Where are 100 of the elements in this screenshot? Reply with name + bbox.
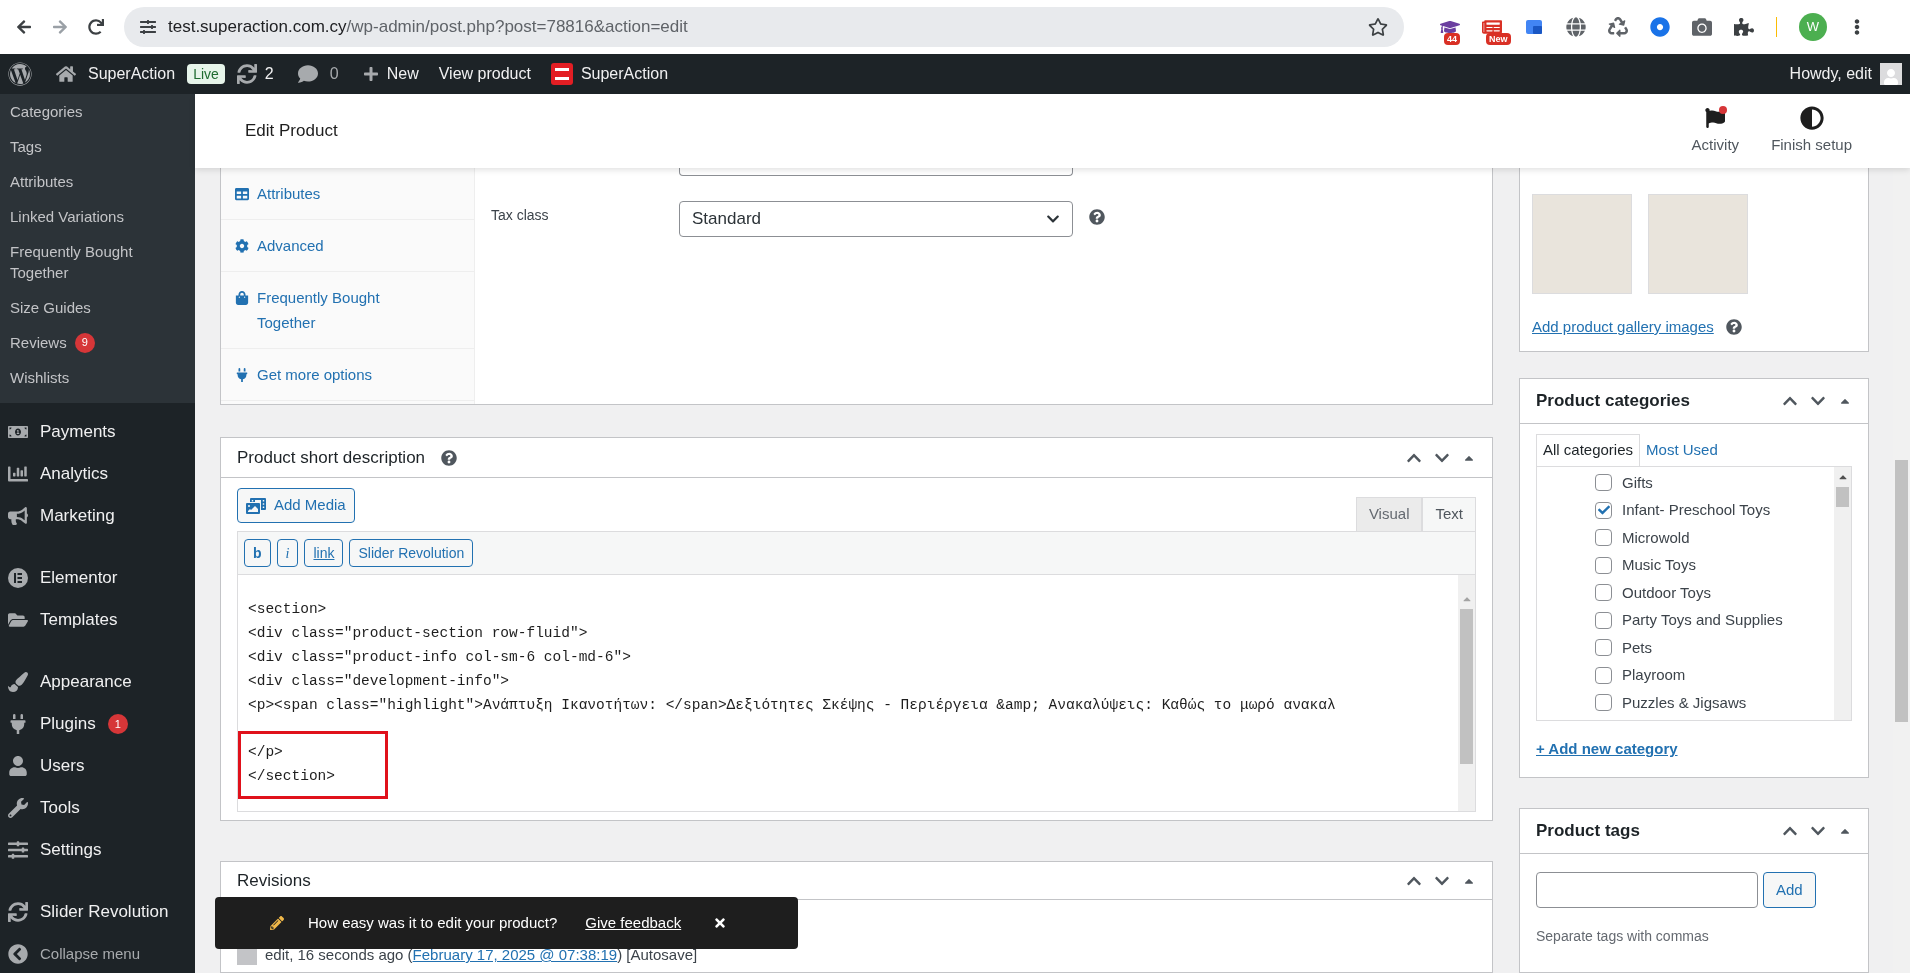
- revision-date-link[interactable]: February 17, 2025 @ 07:38:19: [412, 946, 618, 963]
- site-settings-icon[interactable]: [140, 19, 156, 35]
- live-status-badge: Live: [187, 64, 225, 84]
- menu-link[interactable]: Templates: [40, 607, 118, 633]
- recycle-icon[interactable]: [1608, 17, 1628, 37]
- newspaper-icon[interactable]: [1482, 17, 1502, 37]
- category-checkbox[interactable]: [1595, 694, 1612, 712]
- give-feedback-link[interactable]: Give feedback: [585, 911, 682, 935]
- plus-icon[interactable]: [362, 66, 379, 82]
- square-icon[interactable]: [1524, 17, 1544, 37]
- category-checkbox[interactable]: [1595, 501, 1612, 519]
- category-checkbox[interactable]: [1595, 556, 1612, 574]
- site-name-link[interactable]: SuperAction: [88, 62, 176, 86]
- category-checkbox[interactable]: [1595, 666, 1612, 684]
- code-line: <div class="product-section row-fluid">: [248, 624, 588, 643]
- category-checkbox[interactable]: [1595, 474, 1612, 492]
- submenu-link[interactable]: Attributes: [10, 171, 170, 192]
- category-label: Party Toys and Supplies: [1622, 610, 1783, 630]
- category-label: Pets: [1622, 637, 1652, 658]
- product-data-tab[interactable]: Advanced: [221, 220, 474, 272]
- submenu-link[interactable]: Frequently Bought Together: [10, 241, 170, 283]
- code-line: <div class="development-info">: [248, 672, 510, 691]
- menu-link[interactable]: Collapse menu: [40, 942, 141, 966]
- menu-link[interactable]: Settings: [40, 837, 102, 863]
- category-checkbox[interactable]: [1595, 639, 1612, 657]
- tag-input[interactable]: [1536, 872, 1758, 908]
- product-data-tab[interactable]: Get more options: [221, 349, 474, 401]
- submenu-link[interactable]: Size Guides: [10, 297, 170, 318]
- tax-class-select[interactable]: Standard: [679, 201, 1073, 237]
- category-label: Gifts: [1622, 472, 1653, 493]
- help-icon[interactable]: [441, 449, 458, 466]
- camera-icon[interactable]: [1692, 17, 1712, 37]
- editor-mode-tab[interactable]: Text: [1422, 497, 1476, 531]
- pencil-icon: [270, 916, 284, 930]
- menu-link[interactable]: Tools: [40, 795, 80, 821]
- logo-icon[interactable]: [550, 63, 573, 85]
- quicktag-button[interactable]: i: [276, 539, 299, 567]
- scrollbar[interactable]: [1834, 467, 1851, 720]
- address-bar[interactable]: test.superaction.com.cy/wp-admin/post.php?post=78816&action=edit: [124, 7, 1404, 47]
- comments-icon[interactable]: [297, 64, 318, 84]
- quicktag-button[interactable]: b: [244, 539, 271, 567]
- view-product-link[interactable]: View product: [438, 62, 531, 86]
- add-media-button[interactable]: Add Media: [237, 488, 355, 523]
- home-icon[interactable]: [56, 64, 76, 84]
- help-icon[interactable]: [1089, 209, 1105, 225]
- scrollbar[interactable]: [1458, 575, 1475, 811]
- menu-link[interactable]: Payments: [40, 419, 116, 445]
- panel-title: Product short description: [237, 446, 426, 469]
- comments-count: 0: [329, 64, 339, 84]
- updates-icon[interactable]: [236, 64, 257, 84]
- submenu-link[interactable]: Linked Variations: [10, 206, 170, 227]
- input-field[interactable]: [679, 168, 1073, 176]
- menu-link[interactable]: Marketing: [40, 503, 115, 529]
- category-tab[interactable]: All categories: [1536, 434, 1641, 466]
- brand-link[interactable]: SuperAction: [580, 62, 669, 86]
- media-icon: [246, 495, 266, 516]
- puzzle-icon[interactable]: [1734, 17, 1754, 37]
- record-icon[interactable]: [1650, 17, 1670, 37]
- scrollbar-thumb[interactable]: [1836, 487, 1849, 507]
- gear-icon: [235, 238, 249, 253]
- code-line: <section>: [248, 600, 327, 619]
- menu-link[interactable]: Users: [40, 753, 85, 779]
- editor-mode-tab[interactable]: Visual: [1355, 497, 1423, 531]
- add-tag-button[interactable]: Add: [1763, 872, 1816, 908]
- product-data-tab[interactable]: Attributes: [221, 168, 474, 220]
- forward-icon[interactable]: [52, 19, 68, 35]
- close-icon[interactable]: [713, 916, 728, 930]
- submenu-link[interactable]: Categories: [10, 101, 170, 122]
- greeting-link[interactable]: Howdy, edit: [1789, 62, 1872, 86]
- header-action-button[interactable]: Finish setup: [1771, 105, 1852, 157]
- submenu-link[interactable]: Reviews: [10, 332, 67, 353]
- extension-badge: New: [1486, 33, 1511, 45]
- category-tab[interactable]: Most Used: [1640, 434, 1724, 466]
- category-checkbox[interactable]: [1595, 611, 1612, 629]
- menu-link[interactable]: Slider Revolution: [40, 899, 169, 925]
- new-link[interactable]: New: [386, 62, 419, 86]
- header-action-button[interactable]: Activity: [1691, 105, 1740, 157]
- bookmark-star-icon[interactable]: [1368, 17, 1388, 37]
- quicktag-button[interactable]: Slider Revolution: [349, 539, 474, 567]
- quicktag-button[interactable]: link: [304, 539, 344, 567]
- submenu-link[interactable]: Wishlists: [10, 367, 170, 388]
- logo-icon[interactable]: [8, 62, 32, 86]
- menu-link[interactable]: Appearance: [40, 669, 132, 695]
- globe-icon[interactable]: [1566, 17, 1586, 37]
- submenu-link[interactable]: Tags: [10, 136, 170, 157]
- menu-link[interactable]: Elementor: [40, 565, 118, 591]
- back-icon[interactable]: [16, 19, 32, 35]
- help-icon[interactable]: [1725, 319, 1742, 336]
- reload-icon[interactable]: [88, 19, 104, 35]
- scrollbar-thumb[interactable]: [1460, 609, 1473, 764]
- product-data-tab[interactable]: Frequently Bought Together: [221, 272, 474, 349]
- add-gallery-link[interactable]: Add product gallery images: [1532, 316, 1714, 339]
- category-checkbox[interactable]: [1595, 584, 1612, 602]
- menu-link[interactable]: Plugins: [40, 711, 96, 737]
- scrollbar-thumb[interactable]: [1895, 460, 1908, 722]
- code-line: <div class="product-info col-sm-6 col-md-6">: [248, 648, 631, 667]
- menu-link[interactable]: Analytics: [40, 461, 109, 487]
- sync-icon: [8, 902, 28, 922]
- add-category-link[interactable]: + Add new category: [1536, 740, 1678, 757]
- category-checkbox[interactable]: [1595, 529, 1612, 547]
